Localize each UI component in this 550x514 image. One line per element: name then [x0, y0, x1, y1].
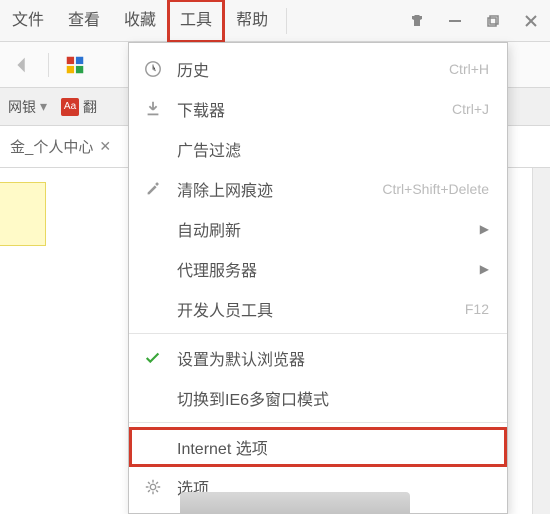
bottom-tab-preview: [180, 492, 410, 514]
download-icon: [143, 99, 163, 119]
menuitem-label: 代理服务器: [177, 257, 466, 281]
bookmark-netbank[interactable]: 网银 ▾: [8, 97, 47, 117]
menubar-divider: [286, 8, 287, 34]
sticky-note: [0, 182, 46, 246]
menu-separator: [129, 422, 507, 423]
gear-icon: [143, 477, 163, 497]
menuitem-label: 历史: [177, 57, 435, 81]
window-controls: [398, 0, 550, 42]
blank-icon: [143, 299, 163, 319]
menuitem-ie6-mode[interactable]: 切换到IE6多窗口模式: [129, 378, 507, 418]
blank-icon: [143, 259, 163, 279]
bookmark-label: 网银: [8, 97, 36, 117]
menuitem-history[interactable]: 历史 Ctrl+H: [129, 49, 507, 89]
blank-icon: [143, 388, 163, 408]
brush-icon: [143, 179, 163, 199]
skin-button[interactable]: [398, 0, 436, 42]
menuitem-devtools[interactable]: 开发人员工具 F12: [129, 289, 507, 329]
restore-button[interactable]: [474, 0, 512, 42]
menuitem-internet-options[interactable]: Internet 选项: [129, 427, 507, 467]
menuitem-label: 切换到IE6多窗口模式: [177, 386, 489, 410]
menu-tools[interactable]: 工具: [168, 0, 224, 42]
close-icon[interactable]: ✕: [99, 138, 111, 155]
tab-title: 金_个人中心: [10, 136, 93, 157]
submenu-arrow-icon: ▶: [480, 262, 489, 276]
bookmark-translate[interactable]: Aa 翻: [61, 97, 97, 117]
menuitem-default-browser[interactable]: 设置为默认浏览器: [129, 338, 507, 378]
menuitem-label: 自动刷新: [177, 217, 466, 241]
translate-icon: Aa: [61, 98, 79, 116]
menuitem-adblock[interactable]: 广告过滤: [129, 129, 507, 169]
google-icon[interactable]: [61, 51, 89, 79]
menuitem-label: 广告过滤: [177, 137, 489, 161]
menuitem-proxy[interactable]: 代理服务器 ▶: [129, 249, 507, 289]
submenu-arrow-icon: ▶: [480, 222, 489, 236]
menuitem-label: 开发人员工具: [177, 297, 451, 321]
menuitem-label: 设置为默认浏览器: [177, 346, 489, 370]
menuitem-accel: Ctrl+J: [452, 101, 489, 117]
menuitem-accel: Ctrl+H: [449, 61, 489, 77]
blank-icon: [143, 437, 163, 457]
menu-help[interactable]: 帮助: [224, 0, 280, 42]
close-button[interactable]: [512, 0, 550, 42]
back-button[interactable]: [8, 51, 36, 79]
tools-dropdown: 历史 Ctrl+H 下载器 Ctrl+J 广告过滤 清除上网痕迹 Ctrl+Sh…: [128, 42, 508, 514]
chevron-down-icon: ▾: [40, 98, 47, 115]
menuitem-clear-history[interactable]: 清除上网痕迹 Ctrl+Shift+Delete: [129, 169, 507, 209]
bookmark-label: 翻: [83, 97, 97, 117]
menuitem-accel: F12: [465, 301, 489, 317]
menuitem-autorefresh[interactable]: 自动刷新 ▶: [129, 209, 507, 249]
tab-active[interactable]: 金_个人中心 ✕: [0, 126, 121, 168]
menu-view[interactable]: 查看: [56, 0, 112, 42]
vertical-scrollbar[interactable]: [532, 168, 550, 514]
menuitem-label: Internet 选项: [177, 435, 489, 459]
menuitem-label: 清除上网痕迹: [177, 177, 368, 201]
check-icon: [143, 348, 163, 368]
menu-separator: [129, 333, 507, 334]
menu-favorites[interactable]: 收藏: [112, 0, 168, 42]
menuitem-accel: Ctrl+Shift+Delete: [382, 181, 489, 197]
blank-icon: [143, 139, 163, 159]
clock-icon: [143, 59, 163, 79]
menuitem-label: 下载器: [177, 97, 438, 121]
blank-icon: [143, 219, 163, 239]
minimize-button[interactable]: [436, 0, 474, 42]
menuitem-downloads[interactable]: 下载器 Ctrl+J: [129, 89, 507, 129]
toolbar-divider: [48, 53, 49, 77]
menu-file[interactable]: 文件: [0, 0, 56, 42]
menubar: 文件 查看 收藏 工具 帮助: [0, 0, 550, 42]
